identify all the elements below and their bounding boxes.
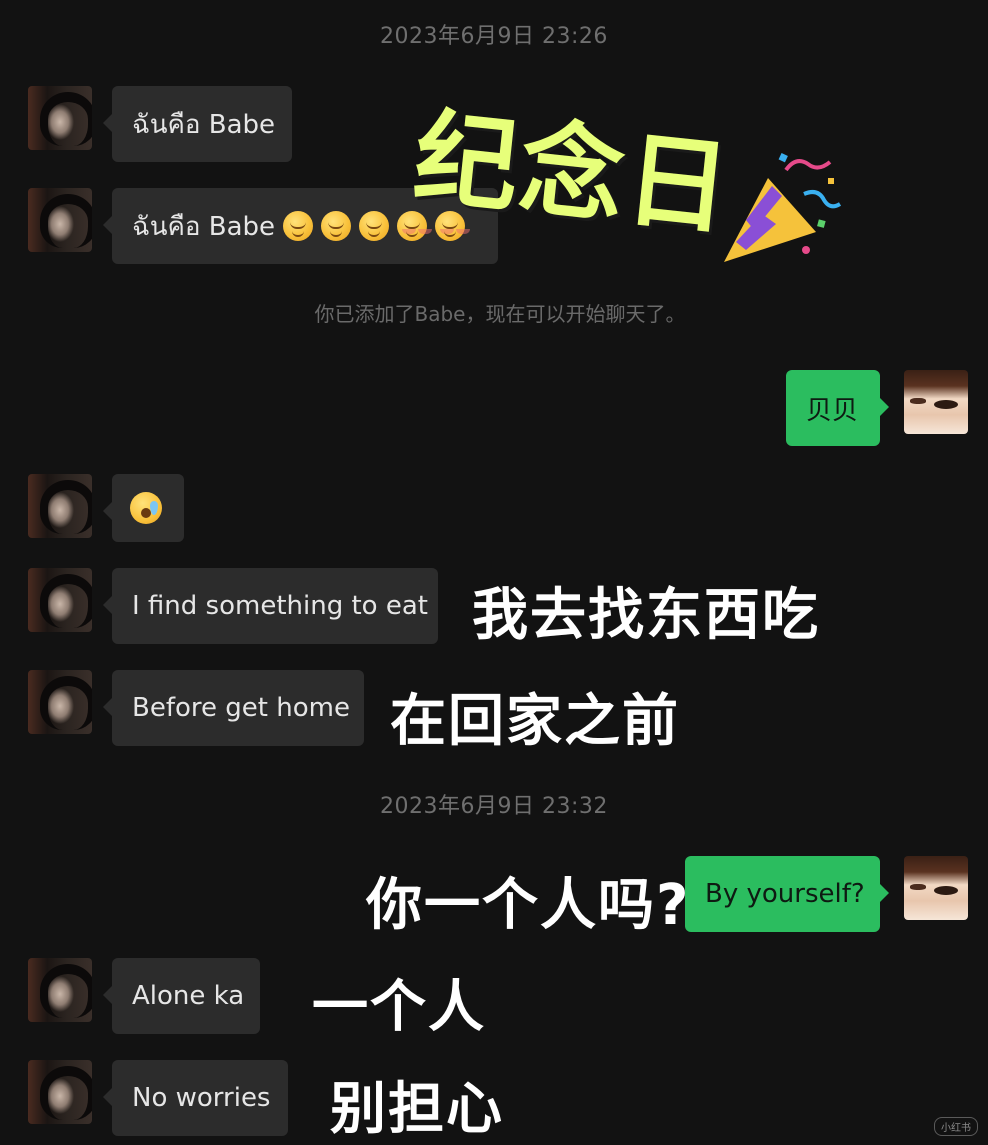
smiling-face-icon	[359, 211, 390, 241]
message-bubble-sent[interactable]: By yourself?	[685, 856, 889, 932]
contact-avatar[interactable]	[28, 86, 92, 150]
translation-caption: 在回家之前	[390, 689, 680, 754]
timestamp: 2023年6月9日 23:26	[380, 24, 608, 49]
message-text: Before get home	[132, 693, 350, 723]
user-avatar[interactable]	[904, 370, 968, 434]
translation-caption: 我去找东西吃	[472, 583, 820, 648]
contact-avatar[interactable]	[28, 474, 92, 538]
message-text: Alone ka	[132, 981, 245, 1011]
smiling-face-icon	[283, 211, 314, 241]
smiling-face-icon	[321, 211, 352, 241]
watermark: 小红书	[934, 1117, 978, 1136]
user-avatar[interactable]	[904, 856, 968, 920]
message-bubble-received[interactable]: Alone ka	[103, 958, 260, 1034]
message-bubble-received[interactable]: Before get home	[103, 670, 364, 746]
contact-avatar[interactable]	[28, 1060, 92, 1124]
message-bubble-received[interactable]: No worries	[103, 1060, 288, 1136]
contact-avatar[interactable]	[28, 188, 92, 252]
message-text: No worries	[132, 1083, 271, 1113]
translation-caption: 别担心	[330, 1077, 504, 1142]
party-popper-icon	[724, 153, 842, 262]
contact-avatar[interactable]	[28, 568, 92, 632]
translation-caption: 一个人	[312, 975, 486, 1040]
system-note: 你已添加了Babe，现在可以开始聊天了。	[314, 302, 686, 326]
contact-avatar[interactable]	[28, 958, 92, 1022]
message-text: ฉันคือ Babe	[132, 109, 276, 140]
message-bubble-received[interactable]	[103, 474, 184, 542]
contact-avatar[interactable]	[28, 670, 92, 734]
translation-caption: 你一个人吗?	[366, 873, 691, 938]
message-bubble-received[interactable]: ฉันคือ Babe	[103, 86, 292, 162]
crying-face-icon	[130, 492, 162, 524]
message-text: 贝贝	[806, 395, 859, 426]
timestamp: 2023年6月9日 23:32	[380, 794, 608, 819]
message-bubble-sent[interactable]: 贝贝	[786, 370, 889, 446]
message-text: I find something to eat	[132, 591, 428, 621]
message-text: By yourself?	[705, 879, 865, 909]
message-bubble-received[interactable]: I find something to eat	[103, 568, 438, 644]
message-text: ฉันคือ Babe	[132, 211, 276, 242]
